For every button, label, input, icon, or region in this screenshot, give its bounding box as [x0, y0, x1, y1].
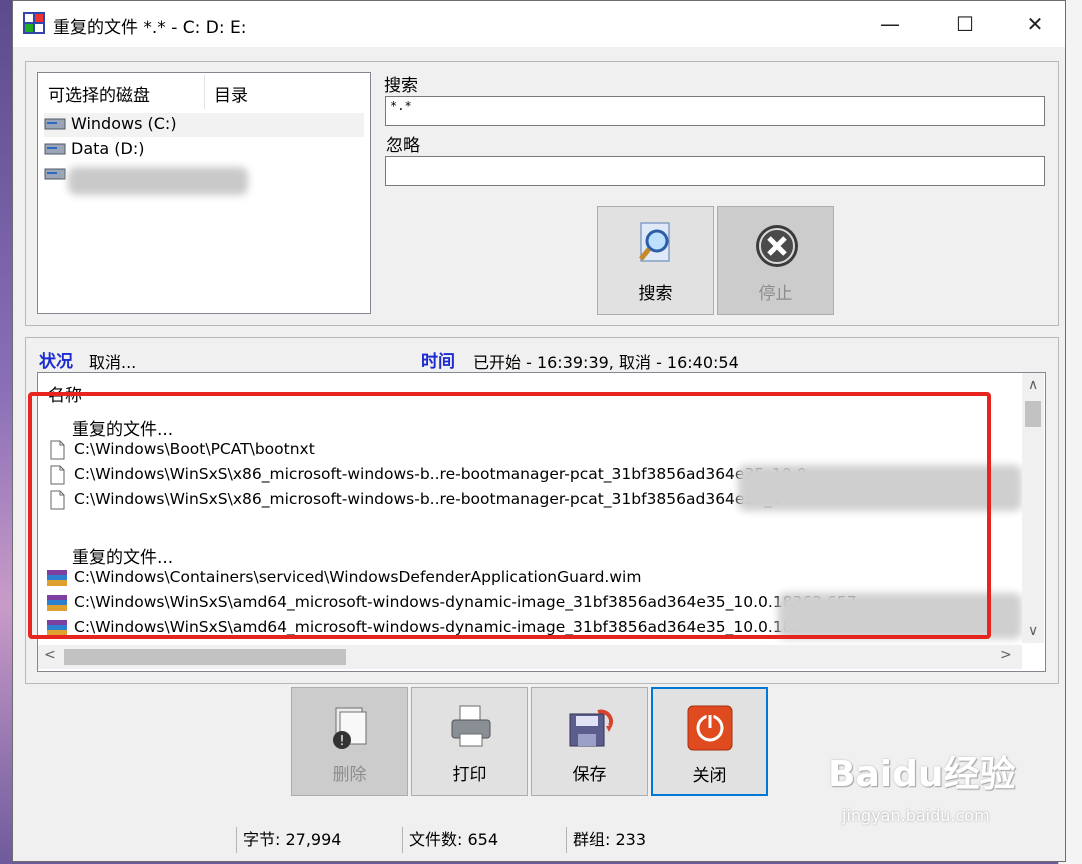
hard-drive-icon: [44, 143, 66, 155]
status-file-count: 文件数: 654: [402, 827, 567, 853]
annotation-highlight-box: [28, 392, 991, 639]
title-bar[interactable]: 重复的文件 *.* - C: D: E: — ☐ ✕: [13, 1, 1065, 47]
stop-icon: [756, 225, 798, 267]
scroll-down-icon[interactable]: ∨: [1028, 623, 1038, 639]
redacted-drive-label: [68, 167, 248, 195]
col-header-directory[interactable]: 目录: [214, 81, 248, 106]
search-label: 搜索: [384, 76, 418, 96]
hard-drive-icon: [44, 168, 66, 180]
svg-text:!: !: [339, 734, 344, 749]
maximize-button[interactable]: ☐: [930, 1, 1000, 47]
hard-drive-icon: [44, 118, 66, 130]
status-value: 取消...: [89, 353, 137, 372]
search-button[interactable]: 搜索: [597, 206, 714, 315]
delete-files-icon: !: [333, 707, 367, 749]
desktop-background: [0, 0, 12, 864]
status-bytes: 字节: 27,994: [236, 827, 401, 853]
save-button[interactable]: 保存: [531, 687, 648, 796]
close-window-button[interactable]: ✕: [1000, 1, 1065, 47]
print-button[interactable]: 打印: [411, 687, 528, 796]
stop-button[interactable]: 停止: [717, 206, 834, 315]
vertical-scrollbar[interactable]: ∧ ∨: [1022, 373, 1044, 643]
power-icon: [687, 705, 733, 751]
baidu-watermark: Baidu经验: [828, 754, 1016, 795]
status-group-count: 群组: 233: [566, 827, 733, 853]
magnifier-icon: [639, 222, 670, 262]
duplicate-files-window: 重复的文件 *.* - C: D: E: — ☐ ✕ 可选择的磁盘 目录 Win…: [12, 0, 1066, 862]
status-bar: 字节: 27,994 文件数: 654 群组: 233: [13, 827, 1065, 855]
status-label: 状况: [39, 352, 73, 372]
drive-item-c[interactable]: Windows (C:): [44, 113, 364, 137]
ignore-input[interactable]: [385, 156, 1045, 186]
delete-button[interactable]: ! 删除: [291, 687, 408, 796]
scroll-thumb[interactable]: [1025, 401, 1041, 427]
window-title: 重复的文件 *.* - C: D: E:: [53, 18, 247, 38]
time-value: 已开始 - 16:39:39, 取消 - 16:40:54: [473, 353, 739, 372]
scroll-up-icon[interactable]: ∧: [1028, 377, 1038, 393]
horizontal-scrollbar[interactable]: < >: [38, 645, 1022, 669]
time-label: 时间: [421, 352, 455, 372]
printer-icon: [451, 705, 491, 747]
hscroll-thumb[interactable]: [64, 649, 346, 665]
ignore-label: 忽略: [386, 136, 420, 156]
scroll-left-icon[interactable]: <: [44, 647, 56, 663]
search-input[interactable]: *.*: [385, 96, 1045, 126]
col-header-drive[interactable]: 可选择的磁盘: [48, 81, 150, 106]
app-icon: [23, 12, 45, 34]
close-button[interactable]: 关闭: [651, 687, 768, 796]
drive-list[interactable]: 可选择的磁盘 目录 Windows (C:) Data (D:): [37, 72, 371, 314]
minimize-button[interactable]: —: [855, 1, 925, 47]
baidu-watermark-url: jingyan.baidu.com: [842, 806, 990, 825]
scroll-right-icon[interactable]: >: [1000, 647, 1012, 663]
save-disk-icon: [569, 709, 614, 747]
drive-item-d[interactable]: Data (D:): [44, 138, 364, 162]
